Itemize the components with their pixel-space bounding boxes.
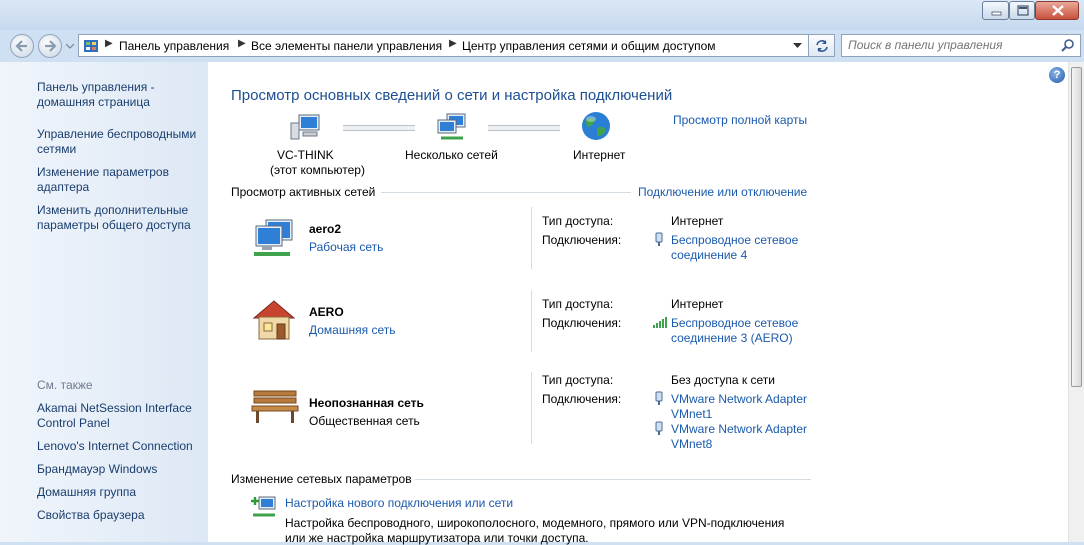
- setup-new-connection-link[interactable]: Настройка нового подключения или сети: [285, 496, 513, 510]
- computer-icon: [290, 114, 320, 140]
- maximize-icon: [1017, 5, 1029, 16]
- connection-link-line2[interactable]: соединение 4: [671, 248, 747, 262]
- breadcrumb-arrow-icon[interactable]: ▶: [449, 38, 457, 49]
- network-name: AERO: [309, 305, 344, 319]
- divider: [415, 479, 811, 480]
- connections-label: Подключения:: [542, 233, 622, 247]
- address-dropdown-icon[interactable]: [793, 43, 802, 49]
- home-network-icon: [252, 300, 296, 340]
- back-arrow-icon: [15, 40, 27, 52]
- main-content: [208, 62, 1068, 542]
- sidebar-item-firewall[interactable]: Брандмауэр Windows: [37, 462, 207, 477]
- sidebar: Панель управления - домашняя страница Уп…: [0, 62, 208, 542]
- sidebar-item-control-panel-home[interactable]: Панель управления - домашняя страница: [37, 80, 207, 110]
- connection-link[interactable]: Беспроводное сетевое: [671, 233, 798, 247]
- minimize-button[interactable]: [982, 1, 1009, 20]
- forward-arrow-icon: [45, 40, 57, 52]
- close-button[interactable]: [1035, 1, 1079, 20]
- address-bar[interactable]: ▶ Панель управления ▶ Все элементы панел…: [78, 34, 809, 57]
- map-computer-name[interactable]: VC-THINK: [277, 148, 334, 162]
- connection-link-line2[interactable]: VMnet8: [671, 437, 712, 451]
- search-icon[interactable]: [1061, 39, 1074, 52]
- breadcrumb-network-center[interactable]: Центр управления сетями и общим доступом: [462, 39, 716, 53]
- network-type-link[interactable]: Домашняя сеть: [309, 323, 395, 337]
- view-full-map-link[interactable]: Просмотр полной карты: [673, 113, 807, 127]
- sidebar-item-lenovo[interactable]: Lenovo's Internet Connection: [37, 439, 207, 454]
- network-icon: [437, 113, 466, 140]
- connect-disconnect-link[interactable]: Подключение или отключение: [638, 185, 807, 199]
- network-type-link[interactable]: Рабочая сеть: [309, 240, 383, 254]
- access-type-label: Тип доступа:: [542, 373, 614, 387]
- connection-link[interactable]: Беспроводное сетевое: [671, 316, 798, 330]
- connections-label: Подключения:: [542, 316, 622, 330]
- see-also-header: См. также: [37, 378, 93, 392]
- access-type-value: Интернет: [671, 297, 724, 311]
- back-button[interactable]: [10, 34, 34, 58]
- refresh-icon: [816, 40, 828, 52]
- sidebar-item-manage-wireless[interactable]: Управление беспроводными сетями: [37, 127, 207, 157]
- public-network-bench-icon: [251, 390, 299, 423]
- sidebar-item-homegroup[interactable]: Домашняя группа: [37, 485, 207, 500]
- window-titlebar: [0, 0, 1084, 30]
- map-networks-label[interactable]: Несколько сетей: [405, 148, 498, 162]
- sidebar-item-change-adapter[interactable]: Изменение параметров адаптера: [37, 165, 207, 195]
- divider: [531, 207, 532, 269]
- network-type: Общественная сеть: [309, 414, 420, 428]
- breadcrumb-control-panel[interactable]: Панель управления: [119, 39, 229, 53]
- map-computer-sub: (этот компьютер): [270, 163, 365, 177]
- map-connector-line: [343, 125, 415, 131]
- access-type-value: Без доступа к сети: [671, 373, 775, 387]
- sidebar-item-internet-options[interactable]: Свойства браузера: [37, 508, 207, 523]
- network-name: Неопознанная сеть: [309, 396, 424, 410]
- signal-strength-icon: [653, 317, 667, 328]
- control-panel-icon: [84, 40, 98, 52]
- divider: [381, 192, 631, 193]
- task-description-line2: или же настройка маршрутизатора или точк…: [285, 531, 589, 545]
- recent-pages-chevron-icon[interactable]: [66, 42, 74, 50]
- connection-link[interactable]: VMware Network Adapter: [671, 392, 807, 406]
- breadcrumb-arrow-icon[interactable]: ▶: [238, 38, 246, 49]
- sidebar-item-advanced-sharing[interactable]: Изменить дополнительные параметры общего…: [37, 203, 207, 233]
- navigation-bar: ▶ Панель управления ▶ Все элементы панел…: [0, 30, 1084, 62]
- connections-label: Подключения:: [542, 392, 622, 406]
- sidebar-item-akamai[interactable]: Akamai NetSession Interface Control Pane…: [37, 401, 207, 431]
- page-title: Просмотр основных сведений о сети и наст…: [231, 87, 673, 104]
- new-connection-icon: [251, 496, 276, 517]
- breadcrumb-all-items[interactable]: Все элементы панели управления: [251, 39, 442, 53]
- refresh-button[interactable]: [809, 34, 835, 57]
- maximize-button[interactable]: [1009, 1, 1035, 20]
- task-description: Настройка беспроводного, широкополосного…: [285, 516, 785, 530]
- breadcrumb-arrow-icon[interactable]: ▶: [105, 38, 113, 49]
- map-connector-line: [488, 125, 560, 131]
- map-internet-label[interactable]: Интернет: [573, 148, 625, 162]
- access-type-label: Тип доступа:: [542, 214, 614, 228]
- help-icon[interactable]: ?: [1049, 67, 1065, 83]
- network-name: aero2: [309, 222, 342, 236]
- wired-adapter-icon: [655, 391, 663, 405]
- work-network-icon: [254, 219, 293, 256]
- minimize-icon: [991, 11, 1002, 16]
- globe-icon: [582, 112, 610, 140]
- connection-link-line2[interactable]: соединение 3 (AERO): [671, 331, 793, 345]
- connection-link-line2[interactable]: VMnet1: [671, 407, 712, 421]
- forward-button[interactable]: [38, 34, 62, 58]
- search-input[interactable]: [848, 38, 1048, 52]
- change-settings-header: Изменение сетевых параметров: [231, 472, 412, 486]
- vertical-scrollbar[interactable]: [1068, 62, 1084, 542]
- wired-adapter-icon: [655, 421, 663, 435]
- scrollbar-thumb[interactable]: [1071, 67, 1082, 387]
- search-box[interactable]: [841, 34, 1081, 57]
- access-type-label: Тип доступа:: [542, 297, 614, 311]
- wireless-adapter-icon: [655, 232, 663, 246]
- close-icon: [1052, 5, 1064, 16]
- access-type-value: Интернет: [671, 214, 724, 228]
- connection-link[interactable]: VMware Network Adapter: [671, 422, 807, 436]
- divider: [531, 290, 532, 352]
- divider: [531, 372, 532, 444]
- active-networks-header: Просмотр активных сетей: [231, 185, 376, 199]
